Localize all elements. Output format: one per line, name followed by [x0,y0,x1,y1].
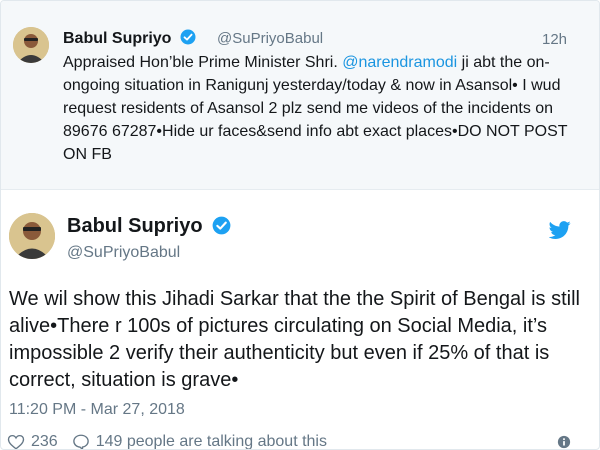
tweet-text: We wil show this Jihadi Sarkar that the … [9,288,580,391]
like-count[interactable]: 236 [31,433,58,449]
verified-badge-icon [180,29,196,45]
mention-link[interactable]: @narendramodi [342,54,457,71]
tweet-actions: 236 149 people are talking about this [7,433,327,450]
avatar[interactable] [13,27,49,63]
embedded-tweet-card: Babul Supriyo @SuPriyoBabul 12h Appraise… [0,0,600,450]
parent-tweet[interactable]: Babul Supriyo @SuPriyoBabul 12h Appraise… [1,1,599,190]
author-name-text: Babul Supriyo [67,215,203,237]
heart-icon[interactable] [7,433,25,450]
tweet-time-link[interactable]: 12h [542,31,567,48]
author-handle[interactable]: @SuPriyoBabul [217,30,323,47]
twitter-bird-icon[interactable] [549,219,571,241]
tweet-text-part: Appraised Hon’ble Prime Minister Shri. [63,54,343,71]
author-name[interactable]: Babul Supriyo [67,215,231,238]
verified-badge-icon [212,216,231,235]
tweet-text: Appraised Hon’ble Prime Minister Shri. @… [63,51,573,166]
author-name-text: Babul Supriyo [63,30,172,47]
author-name[interactable]: Babul Supriyo [63,29,196,48]
speech-bubble-icon[interactable] [72,433,90,450]
info-icon[interactable] [557,435,571,449]
talking-about-link[interactable]: 149 people are talking about this [96,433,327,449]
avatar[interactable] [9,213,55,259]
author-handle[interactable]: @SuPriyoBabul [67,244,180,262]
tweet-timestamp-link[interactable]: 11:20 PM - Mar 27, 2018 [9,401,185,419]
